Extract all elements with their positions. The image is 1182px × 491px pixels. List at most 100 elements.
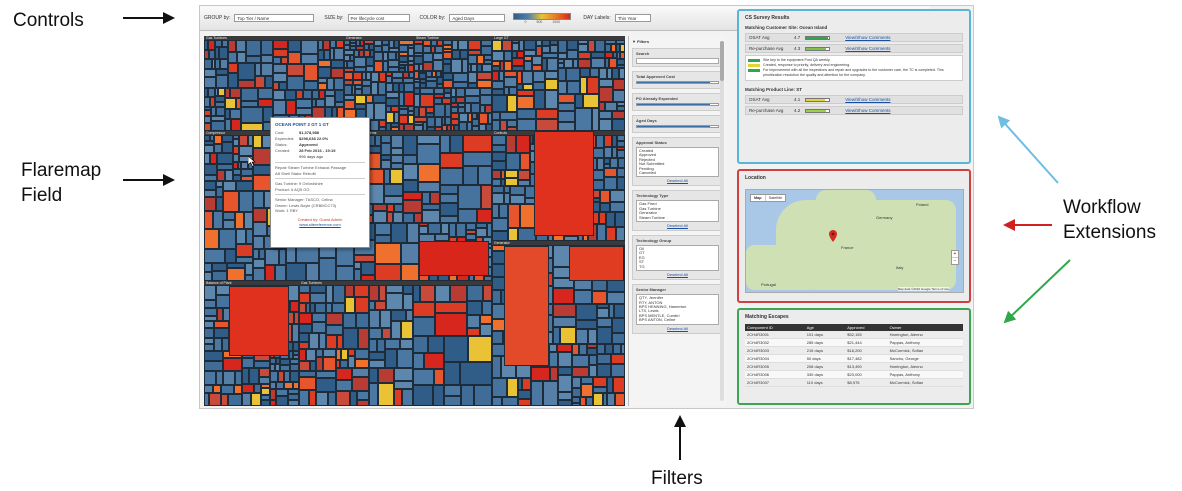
flaremap-cell[interactable] <box>344 100 355 109</box>
flaremap-cell[interactable] <box>204 190 216 197</box>
flaremap-cell[interactable] <box>214 338 222 351</box>
flaremap-cell[interactable] <box>492 135 506 145</box>
flaremap-cell[interactable] <box>435 285 450 302</box>
flaremap-cell[interactable] <box>403 164 418 180</box>
flaremap-cell[interactable] <box>507 378 518 397</box>
flaremap-cell[interactable] <box>225 249 236 263</box>
flaremap-cell[interactable] <box>327 78 334 90</box>
flaremap-cell[interactable] <box>335 90 344 102</box>
flaremap-cell[interactable] <box>378 383 394 406</box>
flaremap-cell[interactable] <box>444 396 461 406</box>
flaremap-cell[interactable] <box>381 143 391 155</box>
flaremap-cell[interactable] <box>434 369 444 385</box>
flaremap-cell[interactable] <box>547 58 558 71</box>
flaremap-cell[interactable] <box>596 135 604 148</box>
flaremap-cell[interactable] <box>517 109 536 119</box>
flaremap-cell[interactable] <box>612 333 625 344</box>
flaremap-cell[interactable] <box>434 104 445 117</box>
flaremap-cell[interactable] <box>413 317 435 336</box>
flaremap-cell[interactable] <box>239 146 253 156</box>
flaremap-cell[interactable] <box>492 161 506 170</box>
flaremap-cell[interactable] <box>299 390 309 406</box>
flaremap-cell[interactable] <box>391 223 407 243</box>
flaremap-cell[interactable] <box>204 285 216 300</box>
flaremap-cell[interactable] <box>604 168 617 177</box>
flaremap-cell[interactable] <box>504 246 549 366</box>
flaremap-cell[interactable] <box>223 371 235 385</box>
flaremap-cell[interactable] <box>504 77 517 87</box>
flaremap-cell[interactable] <box>236 244 253 257</box>
flaremap-cell[interactable] <box>477 209 492 223</box>
flaremap-cell[interactable] <box>273 64 287 73</box>
flaremap-cell[interactable] <box>492 218 508 231</box>
flaremap-cell[interactable] <box>253 135 262 148</box>
flaremap-cell[interactable] <box>369 339 377 352</box>
flaremap-cell[interactable] <box>228 63 238 73</box>
flaremap-cell[interactable] <box>316 378 336 392</box>
flaremap-cell[interactable] <box>213 211 223 229</box>
flaremap-cell[interactable] <box>401 321 413 339</box>
flaremap-cell[interactable] <box>209 393 221 406</box>
flaremap-cell[interactable] <box>459 122 467 131</box>
flaremap-cell[interactable] <box>542 46 550 53</box>
flaremap-cell[interactable] <box>368 184 384 204</box>
flaremap-cell[interactable] <box>516 365 531 378</box>
flaremap-cell[interactable] <box>238 80 255 88</box>
flaremap-cell[interactable] <box>569 246 624 281</box>
flaremap-cell[interactable] <box>276 389 288 396</box>
flaremap-cell[interactable] <box>204 371 216 385</box>
flaremap-cell[interactable] <box>374 61 383 72</box>
flaremap-cell[interactable] <box>204 197 216 211</box>
view-comments-link[interactable]: View/Show Comments <box>845 97 890 102</box>
flaremap-cell[interactable] <box>458 185 481 209</box>
flaremap-cell[interactable] <box>204 300 216 308</box>
flaremap-cell[interactable] <box>531 381 543 406</box>
flaremap-cell[interactable] <box>480 88 492 95</box>
flaremap-cell[interactable] <box>492 331 503 344</box>
flaremap-cell[interactable] <box>550 367 558 381</box>
flaremap-cell[interactable] <box>204 181 216 190</box>
flaremap-cell[interactable] <box>502 397 518 406</box>
flaremap-cell[interactable] <box>236 229 246 244</box>
flaremap-cell[interactable] <box>613 90 625 102</box>
flaremap-cell[interactable] <box>467 301 482 315</box>
flaremap-cell[interactable] <box>558 352 572 367</box>
flaremap-cell[interactable] <box>467 328 480 336</box>
flaremap-cell[interactable] <box>265 265 275 281</box>
flaremap-cell[interactable] <box>440 135 450 153</box>
flaremap-cell[interactable] <box>281 57 288 64</box>
flaremap-cell[interactable] <box>371 82 378 95</box>
flaremap-cell[interactable] <box>382 328 391 339</box>
flaremap-cell[interactable] <box>286 100 296 115</box>
flaremap-cell[interactable] <box>468 55 477 64</box>
flaremap-cell[interactable] <box>453 73 468 82</box>
flaremap-cell[interactable] <box>258 88 273 99</box>
flaremap-cell[interactable] <box>344 85 352 95</box>
day-labels-select[interactable]: This Year <box>614 14 651 22</box>
flaremap-cell[interactable] <box>204 116 211 123</box>
flaremap-cell[interactable] <box>428 223 441 234</box>
flaremap-cell[interactable] <box>204 321 214 328</box>
flaremap-group-header[interactable]: Aux Systems <box>354 131 492 135</box>
flaremap-cell[interactable] <box>613 344 621 354</box>
filter-list-item[interactable]: TG <box>639 264 716 269</box>
flaremap-cell[interactable] <box>404 92 414 106</box>
flaremap-cell[interactable] <box>589 355 597 365</box>
flaremap-cell[interactable] <box>231 119 241 131</box>
flaremap-cell[interactable] <box>336 368 352 380</box>
flaremap-cell[interactable] <box>261 55 273 63</box>
flaremap-cell[interactable] <box>505 170 518 178</box>
flaremap-cell[interactable] <box>306 349 316 361</box>
flaremap-cell[interactable] <box>276 382 284 389</box>
flaremap-cell[interactable] <box>440 153 463 168</box>
flaremap-cell[interactable] <box>366 95 373 103</box>
flaremap-cell[interactable] <box>599 87 613 102</box>
flaremap-cell[interactable] <box>611 354 625 364</box>
flaremap-cell[interactable] <box>387 204 394 212</box>
table-row[interactable]: 2CH4R3003 215 days $16,200 McCormick, Sofia… <box>745 346 963 355</box>
flaremap-cell[interactable] <box>588 329 597 344</box>
flaremap-cell[interactable] <box>211 121 225 131</box>
flaremap-cell[interactable] <box>599 68 607 79</box>
flaremap-cell[interactable] <box>414 44 423 53</box>
flaremap-cell[interactable] <box>254 384 261 393</box>
